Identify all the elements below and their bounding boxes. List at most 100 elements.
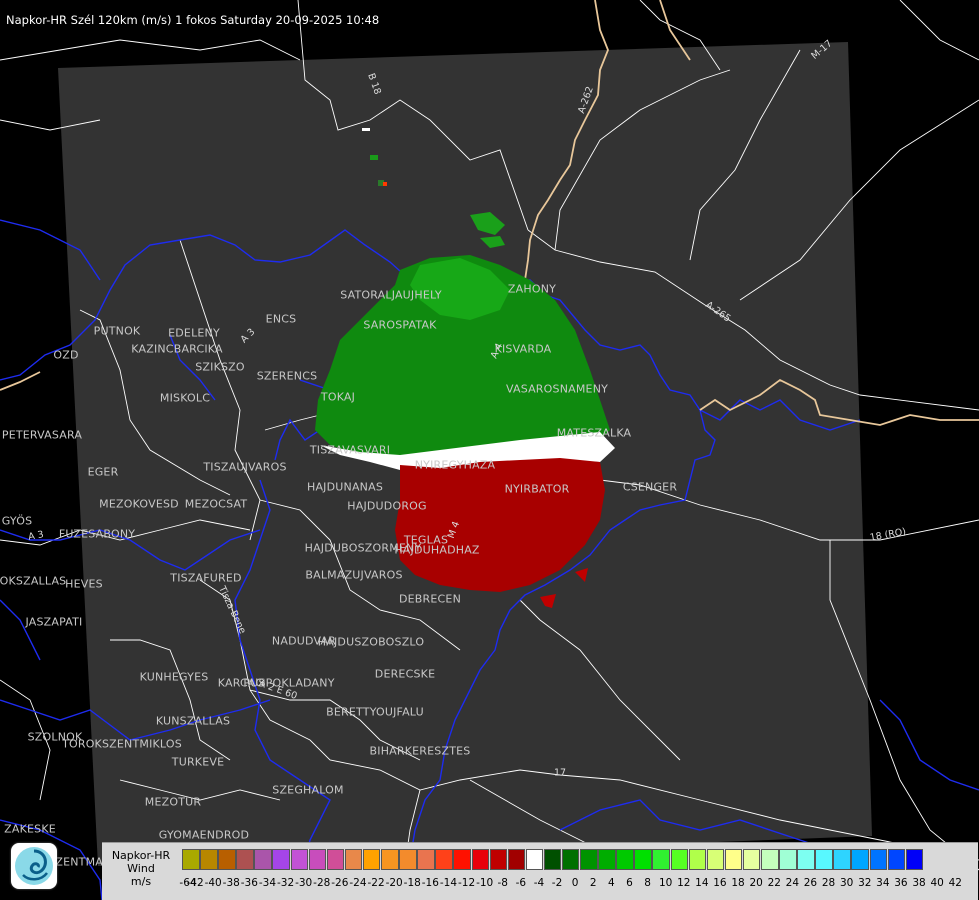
legend-tick: -36 xyxy=(240,877,258,889)
legend-tick: 40 xyxy=(930,877,944,889)
legend-tick: -2 xyxy=(551,877,563,889)
legend-ticks: -64 -42 -40 -38 -36 -34 -32 -30 -28 -26 -24 -22 -20-… xyxy=(179,877,974,891)
city-label: HAJDUNANAS xyxy=(306,480,384,494)
city-label: GYÖS xyxy=(1,514,33,528)
city-label: FUZESABONY xyxy=(58,527,136,541)
city-label: DEBRECEN xyxy=(398,592,462,606)
city-label: BIHARKERESZTES xyxy=(369,744,471,758)
city-label: SZIKSZO xyxy=(195,360,245,374)
legend-tick: -6 xyxy=(515,877,527,889)
legend-swatch xyxy=(543,849,562,870)
legend-tick: -40 xyxy=(204,877,222,889)
legend-title-line: m/s xyxy=(130,875,152,888)
city-label: MISKOLC xyxy=(159,391,211,405)
city-label: TISZAVASVARI xyxy=(309,443,391,457)
city-label: PETERVASARA xyxy=(1,428,83,442)
legend-tick: -18 xyxy=(403,877,421,889)
legend-tick: 42 xyxy=(948,877,962,889)
city-label: TOKAJ xyxy=(320,390,356,404)
city-label: ZAHONY xyxy=(507,282,557,296)
legend-swatch xyxy=(525,849,544,870)
legend-swatch xyxy=(272,849,290,870)
legend-swatch xyxy=(670,849,689,870)
city-label: SZERENCS xyxy=(256,369,318,383)
legend-swatch xyxy=(869,849,888,870)
legend-tick: -10 xyxy=(476,877,494,889)
legend-tick: -20 xyxy=(385,877,403,889)
legend-swatch xyxy=(797,849,815,870)
napkor-logo xyxy=(11,843,57,889)
city-label: HAJDUHADHAZ xyxy=(394,543,480,557)
legend-tick: 4 xyxy=(608,877,615,889)
legend-swatch xyxy=(507,849,526,870)
legend-swatch xyxy=(580,849,598,870)
map-layer xyxy=(0,0,979,900)
legend-swatch xyxy=(742,849,761,870)
city-label: TURKEVE xyxy=(171,755,225,769)
map-title: Napkor-HR Szél 120km (m/s) 1 fokos Satur… xyxy=(6,13,380,27)
wind-legend: Napkor-HR Wind m/s -64 -42 -40 -38 -36 -34 -32… xyxy=(102,842,978,900)
legend-swatch xyxy=(561,849,580,870)
city-label: TISZAFURED xyxy=(170,571,242,585)
city-label: SAROSPATAK xyxy=(363,318,437,332)
legend-tick: -22 xyxy=(367,877,385,889)
legend-tick: 32 xyxy=(858,877,872,889)
legend-tick: -28 xyxy=(313,877,331,889)
legend-swatch xyxy=(652,849,670,870)
city-label: TISZAUJVAROS xyxy=(203,460,287,474)
legend-title-line: Wind xyxy=(127,862,155,875)
legend-title-line: Napkor-HR xyxy=(111,849,171,862)
legend-tick: -42 xyxy=(186,877,204,889)
legend-tick: -16 xyxy=(421,877,439,889)
legend-swatch xyxy=(417,849,435,870)
legend-swatch xyxy=(815,849,833,870)
legend-tick: 30 xyxy=(839,877,854,889)
city-label: KUNHEGYES xyxy=(139,670,209,684)
city-label: TOROKSZENTMIKLOS xyxy=(62,737,182,751)
legend-swatch xyxy=(344,849,363,870)
city-label: NYIRBATOR xyxy=(504,482,570,496)
city-label: KAZINCBARCIKA xyxy=(131,342,223,356)
legend-tick: -8 xyxy=(497,877,508,889)
legend-swatches xyxy=(182,849,924,870)
legend-tick: -12 xyxy=(457,877,476,889)
legend-tick: -32 xyxy=(276,877,295,889)
legend-tick: 16 xyxy=(713,877,727,889)
city-label: ENCS xyxy=(265,312,297,326)
legend-tick: 24 xyxy=(785,877,800,889)
legend-tick: -30 xyxy=(295,877,313,889)
city-label: MEZOCSAT xyxy=(184,497,248,511)
city-label: PUTNOK xyxy=(93,324,141,338)
city-label: KUNSZALLAS xyxy=(155,714,231,728)
legend-swatch xyxy=(905,849,924,870)
city-label: BALMAZUJVAROS xyxy=(305,568,403,582)
legend-tick: -14 xyxy=(439,877,458,889)
city-label: VASAROSNAMENY xyxy=(505,382,609,396)
legend-swatch xyxy=(887,849,906,870)
legend-swatch xyxy=(634,849,652,870)
legend-tick: -4 xyxy=(533,877,545,889)
city-label: EGER xyxy=(87,465,119,479)
legend-tick: 18 xyxy=(731,877,745,889)
legend-tick: 38 xyxy=(912,877,926,889)
legend-swatch xyxy=(182,849,200,870)
legend-swatch xyxy=(833,849,851,870)
city-label: ZAKESKE xyxy=(4,822,56,836)
city-label: OZD xyxy=(53,348,79,362)
legend-swatch xyxy=(471,849,489,870)
city-label: SATORALJAUJHELY xyxy=(340,288,442,302)
city-label: DERECSKE xyxy=(374,667,436,681)
legend-swatch xyxy=(308,849,327,870)
legend-swatch xyxy=(435,849,453,870)
city-label: HAJDUSZOBOSZLO xyxy=(317,635,425,649)
legend-swatch xyxy=(724,849,743,870)
radar-map: Napkor-HR Szél 120km (m/s) 1 fokos Satur… xyxy=(0,0,979,900)
legend-swatch xyxy=(489,849,508,870)
legend-tick: 8 xyxy=(644,877,651,889)
city-label: OKSZALLAS xyxy=(0,574,67,588)
legend-tick: 0 xyxy=(571,877,579,889)
legend-swatch xyxy=(761,849,779,870)
legend-swatch xyxy=(616,849,634,870)
legend-tick: -34 xyxy=(258,877,277,889)
legend-swatch xyxy=(399,849,417,870)
